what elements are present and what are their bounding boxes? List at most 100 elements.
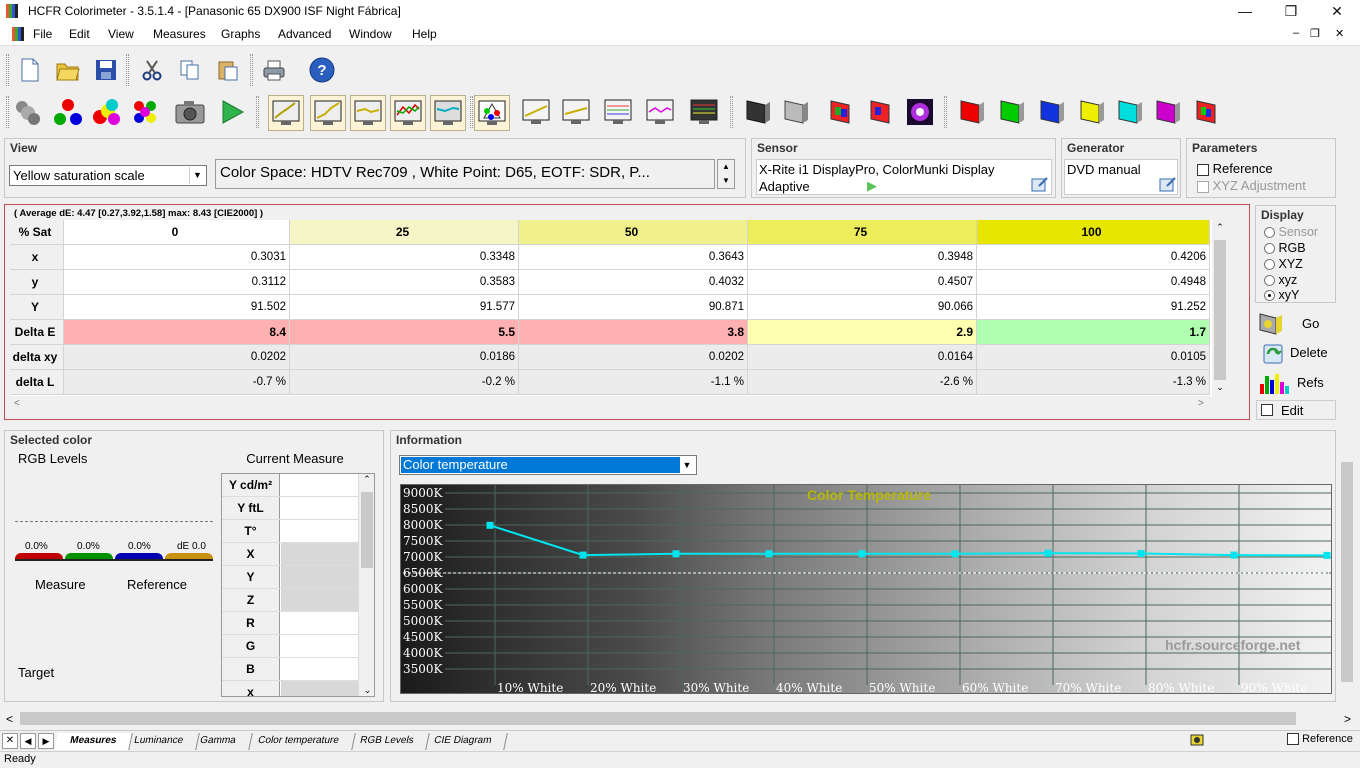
table-cell[interactable]: 0.0202 [64, 345, 290, 370]
table-cell[interactable]: 2.9 [748, 320, 977, 345]
view-monitor-5-icon[interactable] [688, 96, 720, 128]
table-cell[interactable]: 0.4032 [519, 270, 748, 295]
mdi-restore-button[interactable]: ❐ [1310, 27, 1320, 40]
grid-corner-header[interactable]: % Sat [10, 220, 64, 245]
table-cell[interactable]: -0.7 % [64, 370, 290, 395]
row-header[interactable]: Delta E [10, 320, 64, 345]
tab-rgb-levels[interactable]: RGB Levels [344, 733, 431, 750]
table-cell[interactable]: 0.3031 [64, 245, 290, 270]
menu-file[interactable]: File [33, 27, 52, 41]
scroll-left-icon[interactable]: < [6, 712, 13, 726]
view-monitor-2-icon[interactable] [560, 96, 592, 128]
save-icon[interactable] [90, 54, 122, 86]
reference-checkbox[interactable]: Reference [1197, 161, 1273, 176]
chevron-down-icon[interactable]: ▼ [189, 167, 205, 184]
column-header[interactable]: 50 [519, 220, 748, 245]
column-header[interactable]: 0 [64, 220, 290, 245]
table-cell[interactable]: -2.6 % [748, 370, 977, 395]
color-red-icon[interactable] [956, 96, 988, 128]
information-select[interactable]: Color temperature ▼ [399, 455, 697, 475]
toolbar-grip[interactable] [6, 54, 9, 86]
color-green-icon[interactable] [996, 96, 1028, 128]
property-value[interactable] [281, 497, 358, 519]
table-cell[interactable]: -1.1 % [519, 370, 748, 395]
primary-colors-icon[interactable] [52, 96, 84, 128]
color-blue-icon[interactable] [1036, 96, 1068, 128]
scroll-right-icon[interactable]: > [1344, 712, 1351, 726]
scroll-up-icon[interactable]: ⌃ [1212, 222, 1228, 233]
table-cell[interactable]: 91.577 [290, 295, 519, 320]
color-all-icon[interactable] [1192, 96, 1224, 128]
table-cell[interactable]: 5.5 [290, 320, 519, 345]
pattern-gray-icon[interactable] [780, 96, 812, 128]
property-value[interactable] [281, 543, 358, 565]
property-value[interactable] [281, 589, 358, 611]
secondary-colors-icon[interactable] [90, 96, 122, 128]
color-yellow-icon[interactable] [1076, 96, 1108, 128]
property-value[interactable] [281, 520, 358, 542]
pattern-rgb-2-icon[interactable] [866, 96, 898, 128]
menu-measures[interactable]: Measures [153, 27, 206, 41]
table-cell[interactable]: 0.0186 [290, 345, 519, 370]
table-cell[interactable]: 8.4 [64, 320, 290, 345]
menu-graphs[interactable]: Graphs [221, 27, 260, 41]
cut-icon[interactable] [136, 54, 168, 86]
property-value[interactable] [281, 658, 358, 680]
scale-select[interactable]: Yellow saturation scale ▼ [9, 165, 207, 186]
display-option-xyz-lower[interactable]: xyz [1264, 272, 1297, 288]
grid-vertical-scrollbar[interactable]: ⌃ ⌄ [1212, 220, 1228, 396]
table-cell[interactable]: -1.3 % [977, 370, 1210, 395]
table-cell[interactable]: 0.4507 [748, 270, 977, 295]
play-icon[interactable] [216, 96, 248, 128]
display-option-xyz[interactable]: XYZ [1264, 256, 1303, 272]
view-monitor-1-icon[interactable] [520, 96, 552, 128]
close-button[interactable]: ✕ [1314, 0, 1360, 24]
edit-checkbox[interactable]: Edit [1256, 400, 1336, 420]
configure-generator-icon[interactable] [1159, 176, 1177, 192]
open-folder-icon[interactable] [52, 54, 84, 86]
property-value[interactable] [281, 474, 358, 496]
configure-sensor-icon[interactable] [1031, 176, 1049, 192]
row-header[interactable]: Y [10, 295, 64, 320]
view-graph-luminance-icon[interactable] [310, 95, 346, 131]
reference-status-checkbox[interactable]: Reference [1287, 733, 1353, 746]
view-monitor-3-icon[interactable] [602, 96, 634, 128]
view-graph-rgb-icon[interactable] [390, 95, 426, 131]
table-cell[interactable]: 0.0164 [748, 345, 977, 370]
table-cell[interactable]: 0.3948 [748, 245, 977, 270]
scroll-thumb[interactable] [1341, 462, 1353, 682]
column-header[interactable]: 75 [748, 220, 977, 245]
scroll-up-icon[interactable]: ⌃ [359, 474, 374, 485]
scroll-thumb[interactable] [20, 712, 1296, 725]
display-option-sensor[interactable]: Sensor [1264, 224, 1318, 240]
scroll-right-icon[interactable]: > [1198, 398, 1204, 409]
xyz-adjustment-checkbox[interactable]: XYZ Adjustment [1197, 178, 1306, 193]
tab-cie-diagram[interactable]: CIE Diagram [418, 733, 509, 750]
pattern-black-icon[interactable] [742, 96, 774, 128]
main-horizontal-scrollbar[interactable]: < > [0, 710, 1360, 728]
view-cie-diagram-icon[interactable] [474, 95, 510, 131]
view-graph-gray-icon[interactable] [268, 95, 304, 131]
table-cell[interactable]: 0.3112 [64, 270, 290, 295]
table-cell[interactable]: 0.0202 [519, 345, 748, 370]
property-value[interactable] [281, 566, 358, 588]
color-magenta-icon[interactable] [1152, 96, 1184, 128]
table-cell[interactable]: 91.252 [977, 295, 1210, 320]
go-button[interactable]: Go [1256, 308, 1336, 338]
help-icon[interactable]: ? [306, 54, 338, 86]
scroll-thumb[interactable] [361, 492, 373, 568]
menu-advanced[interactable]: Advanced [278, 27, 331, 41]
table-cell[interactable]: 3.8 [519, 320, 748, 345]
right-scrollbar[interactable] [1338, 450, 1356, 700]
table-cell[interactable]: 0.4948 [977, 270, 1210, 295]
color-cyan-icon[interactable] [1114, 96, 1146, 128]
all-colors-icon[interactable] [130, 96, 162, 128]
close-tab-icon[interactable]: ✕ [2, 733, 18, 749]
tab-color-temperature[interactable]: Color temperature [242, 733, 356, 750]
copy-icon[interactable] [174, 54, 206, 86]
new-document-icon[interactable] [14, 54, 46, 86]
paste-icon[interactable] [212, 54, 244, 86]
next-tab-icon[interactable]: ▶ [38, 733, 54, 749]
menu-help[interactable]: Help [412, 27, 437, 41]
table-cell[interactable]: 0.4206 [977, 245, 1210, 270]
